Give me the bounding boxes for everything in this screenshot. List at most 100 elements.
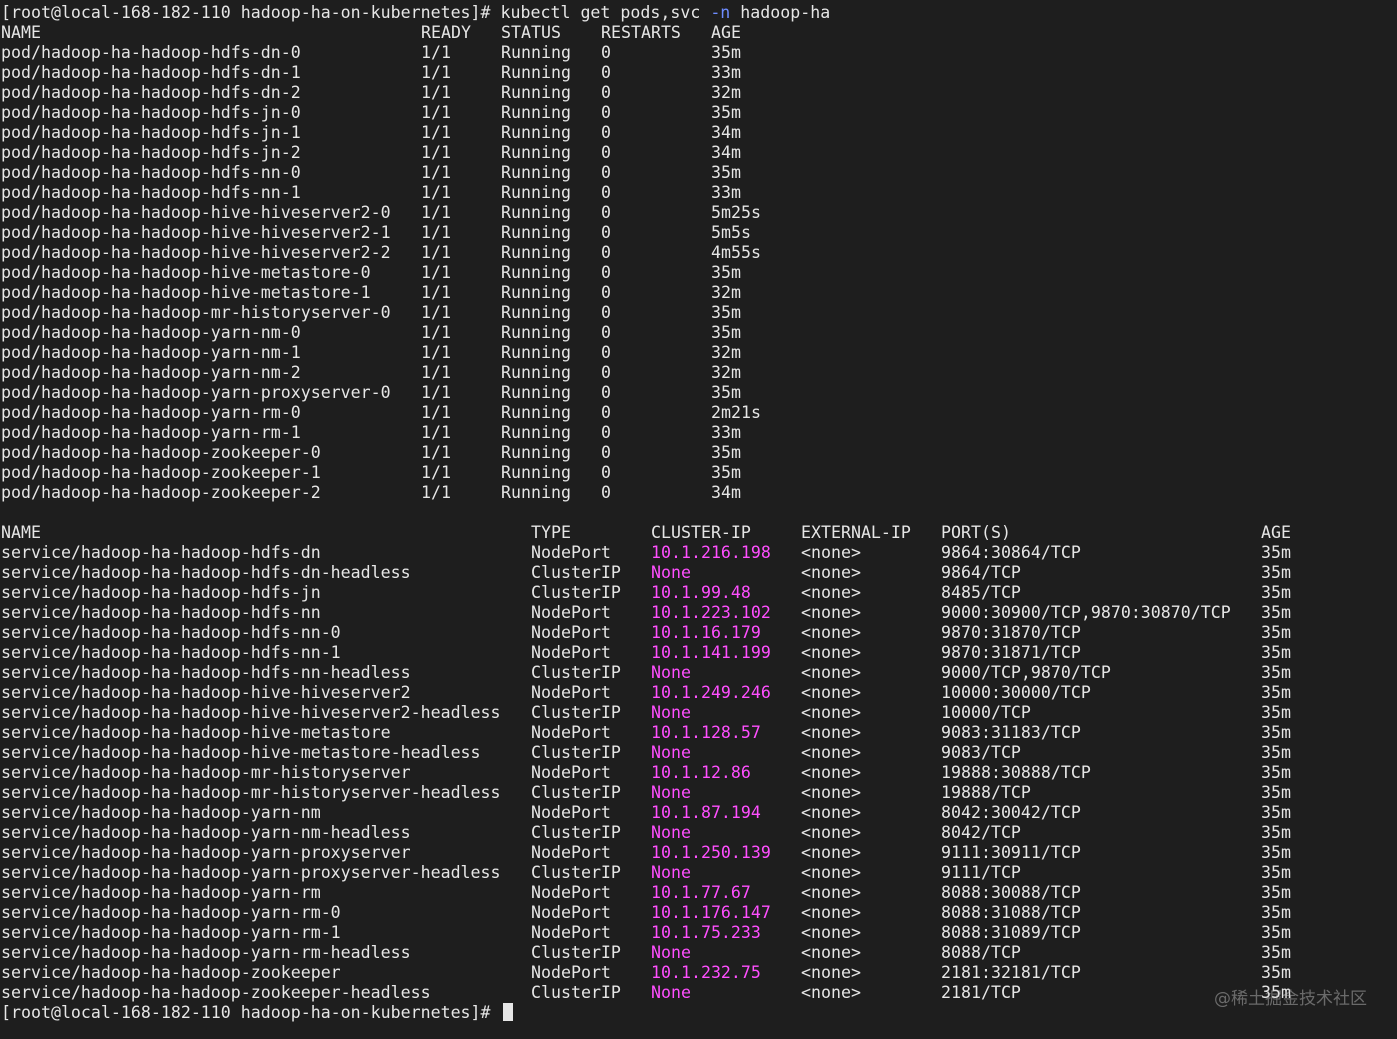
service-header-type: TYPE [531,523,571,542]
pod-cell: 0 [601,83,611,102]
service-cell: ClusterIP [531,563,621,582]
service-cell: <none> [801,563,861,582]
service-cell: 9083:31183/TCP [941,723,1081,742]
service-cell: 10.1.128.57 [651,723,761,742]
service-cell: ClusterIP [531,583,621,602]
service-cell: <none> [801,803,861,822]
pod-row: pod/hadoop-ha-hadoop-hive-metastore-1 1/1… [1,283,1397,303]
service-cell: service/hadoop-ha-hadoop-hive-hiveserver… [1,703,501,722]
service-row: service/hadoop-ha-hadoop-zookeeper NodePo… [1,963,1397,983]
service-cell: 9000/TCP,9870/TCP [941,663,1111,682]
pod-cell: Running [501,483,571,502]
pod-cell: 0 [601,243,611,262]
pod-cell: 1/1 [421,83,451,102]
service-cell: ClusterIP [531,783,621,802]
service-cell: 35m [1261,923,1291,942]
pod-row: pod/hadoop-ha-hadoop-mr-historyserver-0 1… [1,303,1397,323]
pod-cell: 5m5s [711,223,751,242]
service-cell: ClusterIP [531,743,621,762]
service-cell: service/hadoop-ha-hadoop-zookeeper-headl… [1,983,431,1002]
pod-cell: 1/1 [421,363,451,382]
pod-header-ready: READY [421,23,471,42]
pod-cell: pod/hadoop-ha-hadoop-hive-hiveserver2-1 [1,223,391,242]
service-cell: 35m [1261,843,1291,862]
pod-row: pod/hadoop-ha-hadoop-yarn-nm-2 1/1 Running… [1,363,1397,383]
service-cell: <none> [801,683,861,702]
pod-row: pod/hadoop-ha-hadoop-zookeeper-1 1/1 Runni… [1,463,1397,483]
service-row: service/hadoop-ha-hadoop-hive-metastore-… [1,743,1397,763]
pod-cell: 35m [711,103,741,122]
service-cell: NodePort [531,723,611,742]
pod-cell: 1/1 [421,483,451,502]
service-cell: service/hadoop-ha-hadoop-yarn-rm-headles… [1,943,411,962]
service-cell: service/hadoop-ha-hadoop-yarn-nm [1,803,321,822]
pod-cell: 0 [601,63,611,82]
service-cell: <none> [801,603,861,622]
terminal-output[interactable]: [root@local-168-182-110 hadoop-ha-on-kub… [1,3,1397,1023]
pod-cell: 2m21s [711,403,761,422]
pod-row: pod/hadoop-ha-hadoop-yarn-nm-0 1/1 Running… [1,323,1397,343]
pod-row: pod/hadoop-ha-hadoop-hive-hiveserver2-1 1… [1,223,1397,243]
service-cell: 10.1.249.246 [651,683,771,702]
service-cell: 9870:31871/TCP [941,643,1081,662]
service-cell: None [651,703,691,722]
command-line: [root@local-168-182-110 hadoop-ha-on-kub… [1,3,1397,23]
service-cell: <none> [801,743,861,762]
pod-cell: Running [501,403,571,422]
service-cell: <none> [801,623,861,642]
service-cell: 8088/TCP [941,943,1021,962]
service-row: service/hadoop-ha-hadoop-hdfs-nn-0 NodePo… [1,623,1397,643]
pod-cell: 1/1 [421,183,451,202]
service-cell: service/hadoop-ha-hadoop-yarn-rm-1 [1,923,341,942]
service-cell: None [651,943,691,962]
service-cell: <none> [801,723,861,742]
service-cell: <none> [801,703,861,722]
pod-cell: 1/1 [421,103,451,122]
service-cell: <none> [801,783,861,802]
pod-row: pod/hadoop-ha-hadoop-yarn-rm-1 1/1 Running… [1,423,1397,443]
service-cell: <none> [801,983,861,1002]
service-cell: 9083/TCP [941,743,1021,762]
service-cell: 8485/TCP [941,583,1021,602]
service-cell: 35m [1261,823,1291,842]
service-cell: <none> [801,823,861,842]
pod-cell: pod/hadoop-ha-hadoop-mr-historyserver-0 [1,303,391,322]
pod-cell: Running [501,383,571,402]
service-cell: 10.1.75.233 [651,923,761,942]
pod-cell: 34m [711,143,741,162]
service-cell: ClusterIP [531,703,621,722]
service-cell: <none> [801,643,861,662]
service-cell: 35m [1261,643,1291,662]
service-row: service/hadoop-ha-hadoop-yarn-nm NodePort… [1,803,1397,823]
pod-header-name: NAME [1,23,41,42]
pod-cell: 1/1 [421,343,451,362]
pod-cell: 0 [601,483,611,502]
pod-cell: pod/hadoop-ha-hadoop-yarn-rm-0 [1,403,301,422]
pod-cell: Running [501,103,571,122]
service-row: service/hadoop-ha-hadoop-yarn-rm-0 NodePo… [1,903,1397,923]
service-row: service/hadoop-ha-hadoop-zookeeper-headl… [1,983,1397,1003]
pod-row: pod/hadoop-ha-hadoop-yarn-nm-1 1/1 Running… [1,343,1397,363]
service-cell: 35m [1261,703,1291,722]
service-row: service/hadoop-ha-hadoop-mr-historyserve… [1,783,1397,803]
pod-header-row: NAME READY STATUS RESTARTS AGE [1,23,1397,43]
service-row: service/hadoop-ha-hadoop-hdfs-dn-headles… [1,563,1397,583]
pod-cell: 0 [601,143,611,162]
pod-cell: Running [501,43,571,62]
pod-cell: Running [501,223,571,242]
pod-cell: pod/hadoop-ha-hadoop-zookeeper-2 [1,483,321,502]
service-cell: None [651,823,691,842]
service-cell: service/hadoop-ha-hadoop-hdfs-nn-headles… [1,663,411,682]
service-cell: None [651,863,691,882]
pod-cell: 33m [711,63,741,82]
pod-cell: 33m [711,183,741,202]
service-cell: None [651,783,691,802]
pod-cell: Running [501,63,571,82]
service-row: service/hadoop-ha-hadoop-yarn-nm-headles… [1,823,1397,843]
final-prompt-line: [root@local-168-182-110 hadoop-ha-on-kub… [1,1003,1397,1023]
service-cell: service/hadoop-ha-hadoop-yarn-rm-0 [1,903,341,922]
pod-cell: 1/1 [421,283,451,302]
service-cell: ClusterIP [531,863,621,882]
pod-cell: 1/1 [421,203,451,222]
pod-cell: 1/1 [421,223,451,242]
